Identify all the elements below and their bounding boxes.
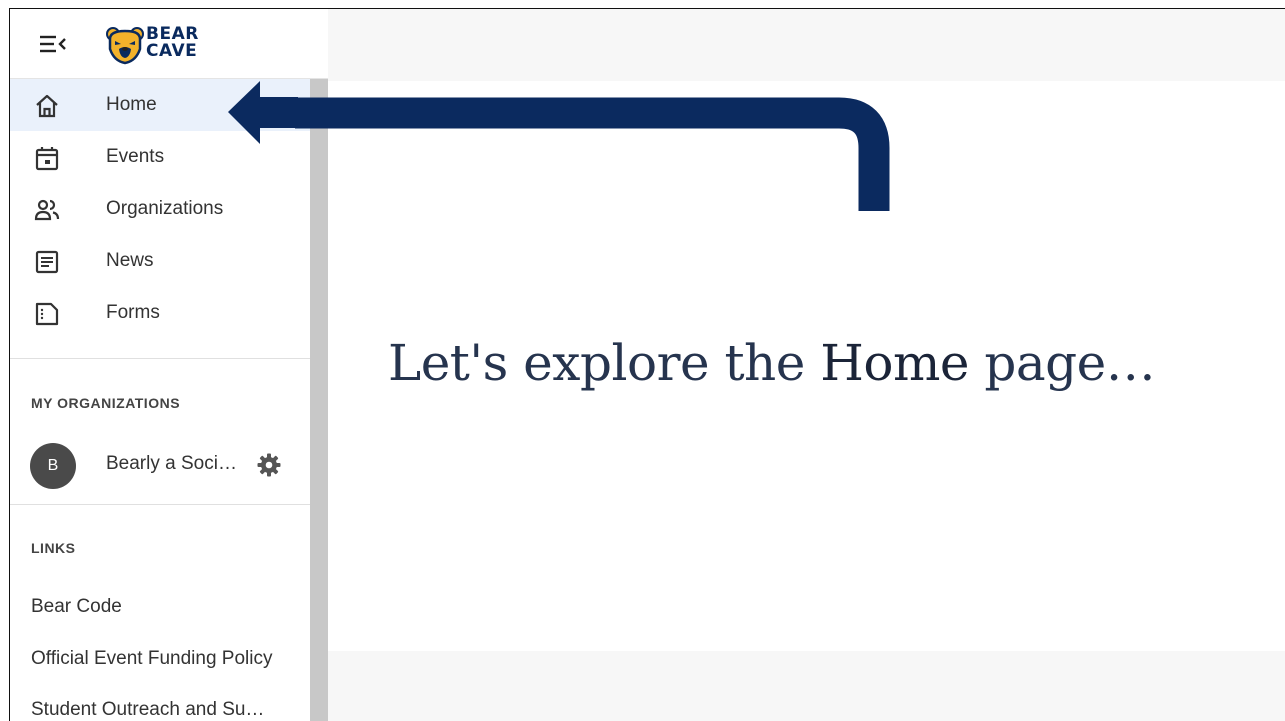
bear-head-icon: [106, 27, 144, 65]
app-window: BEAR CAVE Home Events Organizations News…: [10, 9, 1285, 721]
caption-text: Let's explore the: [388, 334, 821, 392]
links-title: LINKS: [31, 540, 76, 556]
people-icon: [34, 197, 60, 223]
organization-item[interactable]: B Bearly a Soci…: [10, 440, 310, 490]
form-icon: [34, 301, 60, 327]
divider: [10, 504, 310, 505]
sidebar-scrollbar[interactable]: [310, 79, 328, 721]
organization-name: Bearly a Soci…: [106, 453, 237, 474]
logo-wordmark: BEAR CAVE: [146, 26, 199, 60]
link-event-funding-policy[interactable]: Official Event Funding Policy: [31, 648, 273, 670]
home-icon: [34, 93, 60, 119]
caption-emphasis: Home: [820, 334, 969, 392]
my-organizations-title: MY ORGANIZATIONS: [31, 395, 181, 411]
bear-cave-logo[interactable]: BEAR CAVE: [106, 25, 216, 65]
divider: [10, 358, 310, 359]
nav-item-events[interactable]: Events: [10, 131, 310, 183]
nav-label: Home: [106, 94, 157, 115]
sidebar-header: BEAR CAVE: [10, 9, 328, 79]
nav-label: Organizations: [106, 198, 224, 219]
link-bear-code[interactable]: Bear Code: [31, 596, 122, 618]
nav-label: Events: [106, 146, 165, 167]
sidebar: BEAR CAVE Home Events Organizations News…: [10, 9, 328, 721]
nav-item-home[interactable]: Home: [10, 79, 310, 131]
nav-item-news[interactable]: News: [10, 235, 310, 287]
main-nav: Home Events Organizations News Forms: [10, 79, 310, 339]
nav-label: Forms: [106, 302, 160, 323]
collapse-menu-icon[interactable]: [36, 29, 70, 59]
caption-text-end: page…: [968, 334, 1156, 392]
document-icon: [34, 249, 60, 275]
tutorial-caption: Let's explore the Home page…: [388, 334, 1156, 392]
main-footer-band: [328, 651, 1285, 721]
main-header-band: [328, 9, 1285, 81]
avatar: B: [30, 443, 76, 489]
link-student-outreach[interactable]: Student Outreach and Su…: [31, 699, 264, 721]
calendar-icon: [34, 145, 60, 171]
nav-item-organizations[interactable]: Organizations: [10, 183, 310, 235]
gear-icon[interactable]: [256, 452, 282, 478]
logo-line-2: CAVE: [146, 41, 198, 61]
nav-label: News: [106, 250, 154, 271]
main-content: Let's explore the Home page…: [328, 9, 1285, 721]
nav-item-forms[interactable]: Forms: [10, 287, 310, 339]
